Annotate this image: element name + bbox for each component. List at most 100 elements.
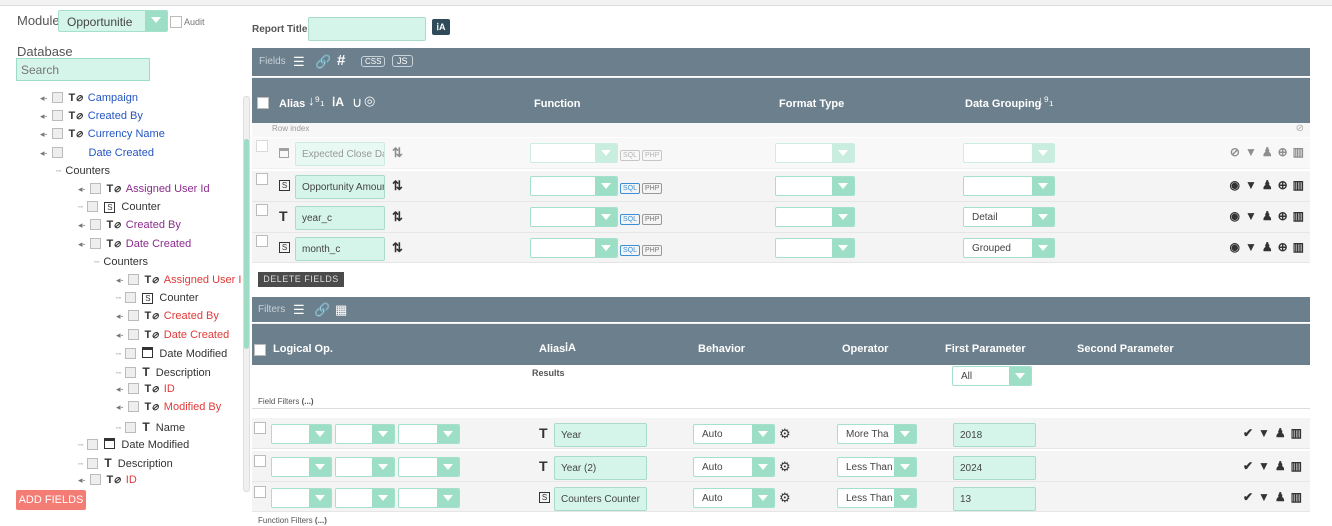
sql-tag[interactable]: SQL — [620, 214, 641, 225]
filter-icon[interactable]: ▼ — [1258, 490, 1270, 504]
tree-item[interactable]: ◂- Date Created — [40, 146, 154, 159]
select-all-filters-checkbox[interactable] — [254, 344, 266, 356]
expand-arrow-icon[interactable]: ◂- — [78, 184, 86, 194]
reorder-icon[interactable]: ⇅ — [392, 145, 403, 161]
field-row-checkbox[interactable] — [256, 140, 268, 152]
expand-arrow-icon[interactable]: ◂- — [40, 129, 48, 139]
results-select[interactable]: All — [952, 366, 1032, 386]
php-tag[interactable]: PHP — [642, 183, 663, 194]
eye-slash-icon[interactable]: ⊘ — [1230, 145, 1240, 159]
tree-item-checkbox[interactable] — [89, 237, 101, 249]
parenthesis-open-select[interactable] — [335, 488, 395, 508]
sliders-icon[interactable]: ☰ — [293, 54, 305, 70]
php-button[interactable]: PHP — [642, 212, 663, 225]
php-button[interactable]: PHP — [642, 243, 663, 256]
tree-item[interactable]: ┈ Counters — [94, 256, 148, 268]
tree-item[interactable]: ◂- T⊘ Created By — [78, 219, 181, 231]
eye-icon[interactable]: ◉ — [1229, 178, 1239, 192]
report-title-input[interactable] — [308, 17, 426, 41]
parenthesis-close-select[interactable] — [398, 424, 460, 444]
first-parameter-input[interactable]: 2018 — [953, 423, 1036, 447]
add-fields-button[interactable]: ADD FIELDS — [16, 490, 86, 510]
user-icon[interactable]: ♟ — [1262, 240, 1273, 254]
expand-arrow-icon[interactable]: ◂- — [116, 311, 124, 321]
tree-item[interactable]: ┈ Date Modified — [116, 346, 227, 360]
field-row-checkbox[interactable] — [256, 235, 268, 247]
parenthesis-open-select[interactable] — [335, 424, 395, 444]
gear-icon[interactable]: ⚙ — [779, 426, 791, 442]
tree-item-checkbox[interactable] — [51, 146, 63, 158]
tree-item[interactable]: ◂- T⊘ Created By — [40, 110, 143, 122]
eye-icon[interactable]: ◉ — [1229, 240, 1239, 254]
translate-icon[interactable]: ⅰA — [332, 95, 344, 109]
filter-icon[interactable]: ▼ — [1245, 178, 1257, 192]
filter-icon[interactable]: ▼ — [1258, 459, 1270, 473]
format-type-select[interactable] — [775, 207, 855, 227]
check-icon[interactable]: ✔ — [1243, 490, 1253, 504]
expand-arrow-icon[interactable]: ◂- — [40, 148, 48, 158]
trash-icon[interactable]: ▥ — [1293, 209, 1304, 223]
format-type-select[interactable] — [775, 238, 855, 258]
tree-item-checkbox[interactable] — [127, 328, 139, 340]
data-grouping-select[interactable] — [963, 143, 1055, 163]
sql-button[interactable]: SQL — [620, 212, 641, 225]
sql-button[interactable]: SQL — [620, 181, 641, 194]
trash-icon[interactable]: ▥ — [1293, 178, 1304, 192]
trash-icon[interactable]: ▥ — [1291, 426, 1302, 440]
expand-arrow-icon[interactable]: ◂- — [78, 220, 86, 230]
user-icon[interactable]: ♟ — [1262, 145, 1273, 159]
expand-arrow-icon[interactable]: ◂- — [116, 402, 124, 412]
js-button[interactable]: JS — [392, 55, 413, 67]
ellipsis-icon[interactable]: (...) — [315, 516, 327, 525]
trash-icon[interactable]: ▥ — [1293, 145, 1304, 159]
link-icon[interactable]: 🔗 — [314, 302, 330, 318]
function-select[interactable] — [530, 238, 618, 258]
eye-slash-icon[interactable]: ⊘ — [1296, 123, 1304, 134]
operator-select[interactable]: Less Than — [837, 457, 917, 477]
target-icon[interactable]: ◎ — [364, 93, 375, 109]
behavior-select[interactable]: Auto — [693, 488, 775, 508]
reorder-icon[interactable]: ⇅ — [392, 178, 403, 194]
plus-circle-icon[interactable]: ⊕ — [1278, 209, 1288, 223]
tree-item[interactable]: ┈ T Description — [78, 456, 173, 470]
tree-item[interactable]: ┈ Date Modified — [78, 437, 189, 451]
user-icon[interactable]: ♟ — [1275, 426, 1286, 440]
sql-tag[interactable]: SQL — [620, 245, 641, 256]
tree-item-checkbox[interactable] — [89, 183, 101, 194]
tree-item-checkbox[interactable] — [51, 128, 63, 140]
php-tag[interactable]: PHP — [642, 214, 663, 225]
user-icon[interactable]: ♟ — [1262, 178, 1273, 192]
trash-icon[interactable]: ▥ — [1291, 490, 1302, 504]
expand-arrow-icon[interactable]: ◂- — [40, 111, 48, 121]
css-button[interactable]: CSS — [361, 56, 386, 67]
tree-item-checkbox[interactable] — [89, 474, 101, 486]
expand-arrow-icon[interactable]: ◂- — [78, 239, 86, 249]
sql-tag[interactable]: SQL — [620, 150, 641, 161]
eye-icon[interactable]: ◉ — [1229, 209, 1239, 223]
format-type-select[interactable] — [775, 176, 855, 196]
parenthesis-close-select[interactable] — [398, 457, 460, 477]
tree-item[interactable]: ◂- T⊘ ID — [116, 383, 175, 395]
tree-item[interactable]: ◂- T⊘ Date Created — [78, 237, 191, 250]
tree-item-checkbox[interactable] — [87, 201, 99, 213]
parenthesis-open-select[interactable] — [335, 457, 395, 477]
tree-item-checkbox[interactable] — [127, 401, 139, 413]
search-input[interactable] — [16, 58, 150, 81]
expand-arrow-icon[interactable]: ◂- — [78, 475, 86, 485]
tree-scrollbar[interactable] — [243, 96, 250, 492]
filter-alias-input[interactable]: Counters Counter — [554, 487, 647, 511]
filter-row-checkbox[interactable] — [254, 422, 266, 434]
tree-item-checkbox[interactable] — [87, 458, 99, 469]
check-icon[interactable]: ✔ — [1243, 459, 1253, 473]
gear-icon[interactable]: ⚙ — [779, 490, 791, 506]
tree-item[interactable]: ┈ T Name — [116, 420, 185, 434]
field-row-checkbox[interactable] — [256, 173, 268, 185]
gear-icon[interactable]: ⚙ — [779, 459, 791, 475]
reorder-icon[interactable]: ⇅ — [392, 240, 403, 256]
filter-icon[interactable]: ▼ — [1245, 209, 1257, 223]
tree-item-checkbox[interactable] — [51, 110, 63, 122]
tree-item[interactable]: ┈ T Description — [116, 365, 211, 379]
logical-op-select[interactable] — [271, 488, 332, 508]
php-button[interactable]: PHP — [642, 181, 663, 194]
tree-item[interactable]: ◂- T⊘ ID — [78, 474, 137, 486]
